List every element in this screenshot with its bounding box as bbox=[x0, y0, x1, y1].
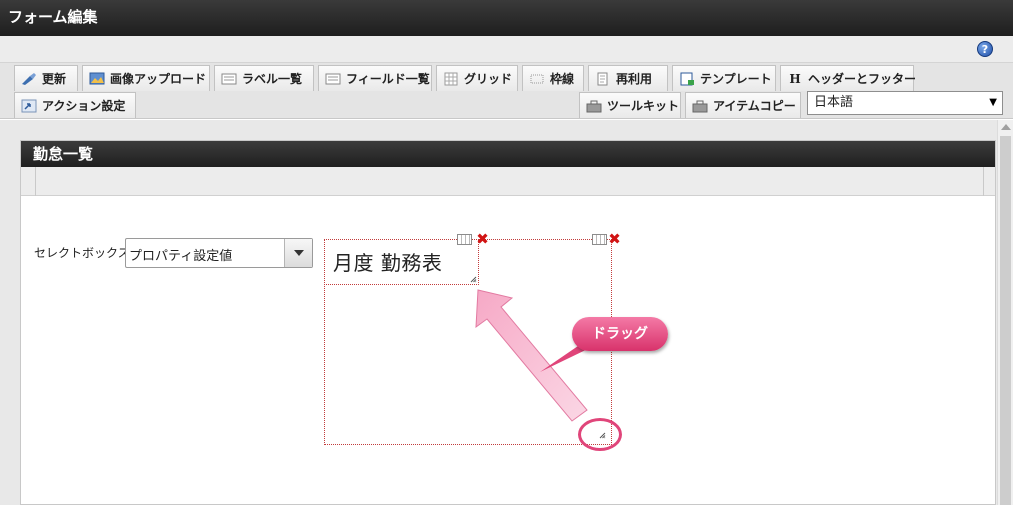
annotation-overlay bbox=[475, 289, 596, 422]
drag-callout: ドラッグ bbox=[572, 317, 668, 351]
tab-toolkit-label: ツールキット bbox=[607, 99, 680, 113]
toolkit-icon bbox=[586, 99, 602, 113]
tab-reuse-label: 再利用 bbox=[616, 72, 653, 86]
chevron-down-icon: ▼ bbox=[989, 97, 997, 108]
tab-toolkit[interactable]: ツールキット bbox=[579, 92, 681, 118]
tab-field-list[interactable]: フィールド一覧 bbox=[318, 65, 432, 91]
tab-header-footer-label: ヘッダーとフッター bbox=[808, 72, 917, 86]
help-icon[interactable]: ? bbox=[977, 41, 993, 57]
tab-reuse[interactable]: 再利用 bbox=[588, 65, 668, 91]
tab-image-upload[interactable]: 画像アップロード bbox=[82, 65, 210, 91]
field-list-icon bbox=[325, 72, 341, 86]
tab-item-copy[interactable]: アイテムコピー bbox=[685, 92, 801, 118]
tab-action-settings[interactable]: アクション設定 bbox=[14, 92, 136, 118]
form-workspace: 勤怠一覧 セレクトボックス プロパティ設定値 ✖ 月度 勤務表 ✖ ドラッグ bbox=[0, 120, 1013, 505]
window-title: フォーム編集 bbox=[0, 0, 1013, 36]
tab-template-label: テンプレート bbox=[700, 72, 772, 86]
border-icon bbox=[529, 72, 545, 86]
language-select[interactable]: 日本語 ▼ bbox=[807, 91, 1003, 115]
toolbar: 更新 画像アップロード ラベル一覧 フィールド一覧 グリッド 枠線 再利用 テン… bbox=[0, 63, 1013, 119]
tab-grid-label: グリッド bbox=[464, 72, 513, 86]
tab-action-settings-label: アクション設定 bbox=[42, 99, 126, 113]
tab-template[interactable]: テンプレート bbox=[672, 65, 776, 91]
tab-grid[interactable]: グリッド bbox=[436, 65, 518, 91]
update-icon bbox=[21, 72, 37, 86]
tab-label-list[interactable]: ラベル一覧 bbox=[214, 65, 314, 91]
tab-header-footer[interactable]: H ヘッダーとフッター bbox=[780, 65, 917, 91]
tab-update[interactable]: 更新 bbox=[14, 65, 78, 91]
tab-item-copy-label: アイテムコピー bbox=[713, 99, 796, 113]
language-select-value: 日本語 bbox=[814, 95, 854, 110]
tab-image-upload-label: 画像アップロード bbox=[110, 72, 207, 86]
header-footer-icon: H bbox=[789, 71, 801, 86]
image-upload-icon bbox=[89, 72, 105, 86]
help-bar: ? bbox=[0, 36, 1013, 63]
reuse-icon bbox=[595, 72, 611, 86]
highlight-ring bbox=[578, 418, 622, 451]
tab-field-list-label: フィールド一覧 bbox=[346, 72, 430, 86]
grid-icon bbox=[443, 72, 459, 86]
item-copy-icon bbox=[692, 99, 708, 113]
tab-border-label: 枠線 bbox=[550, 72, 575, 86]
action-settings-icon bbox=[21, 99, 37, 113]
template-icon bbox=[679, 72, 695, 86]
label-list-icon bbox=[221, 72, 237, 86]
tab-border[interactable]: 枠線 bbox=[522, 65, 584, 91]
tab-label-list-label: ラベル一覧 bbox=[242, 72, 303, 86]
tab-update-label: 更新 bbox=[42, 72, 67, 86]
